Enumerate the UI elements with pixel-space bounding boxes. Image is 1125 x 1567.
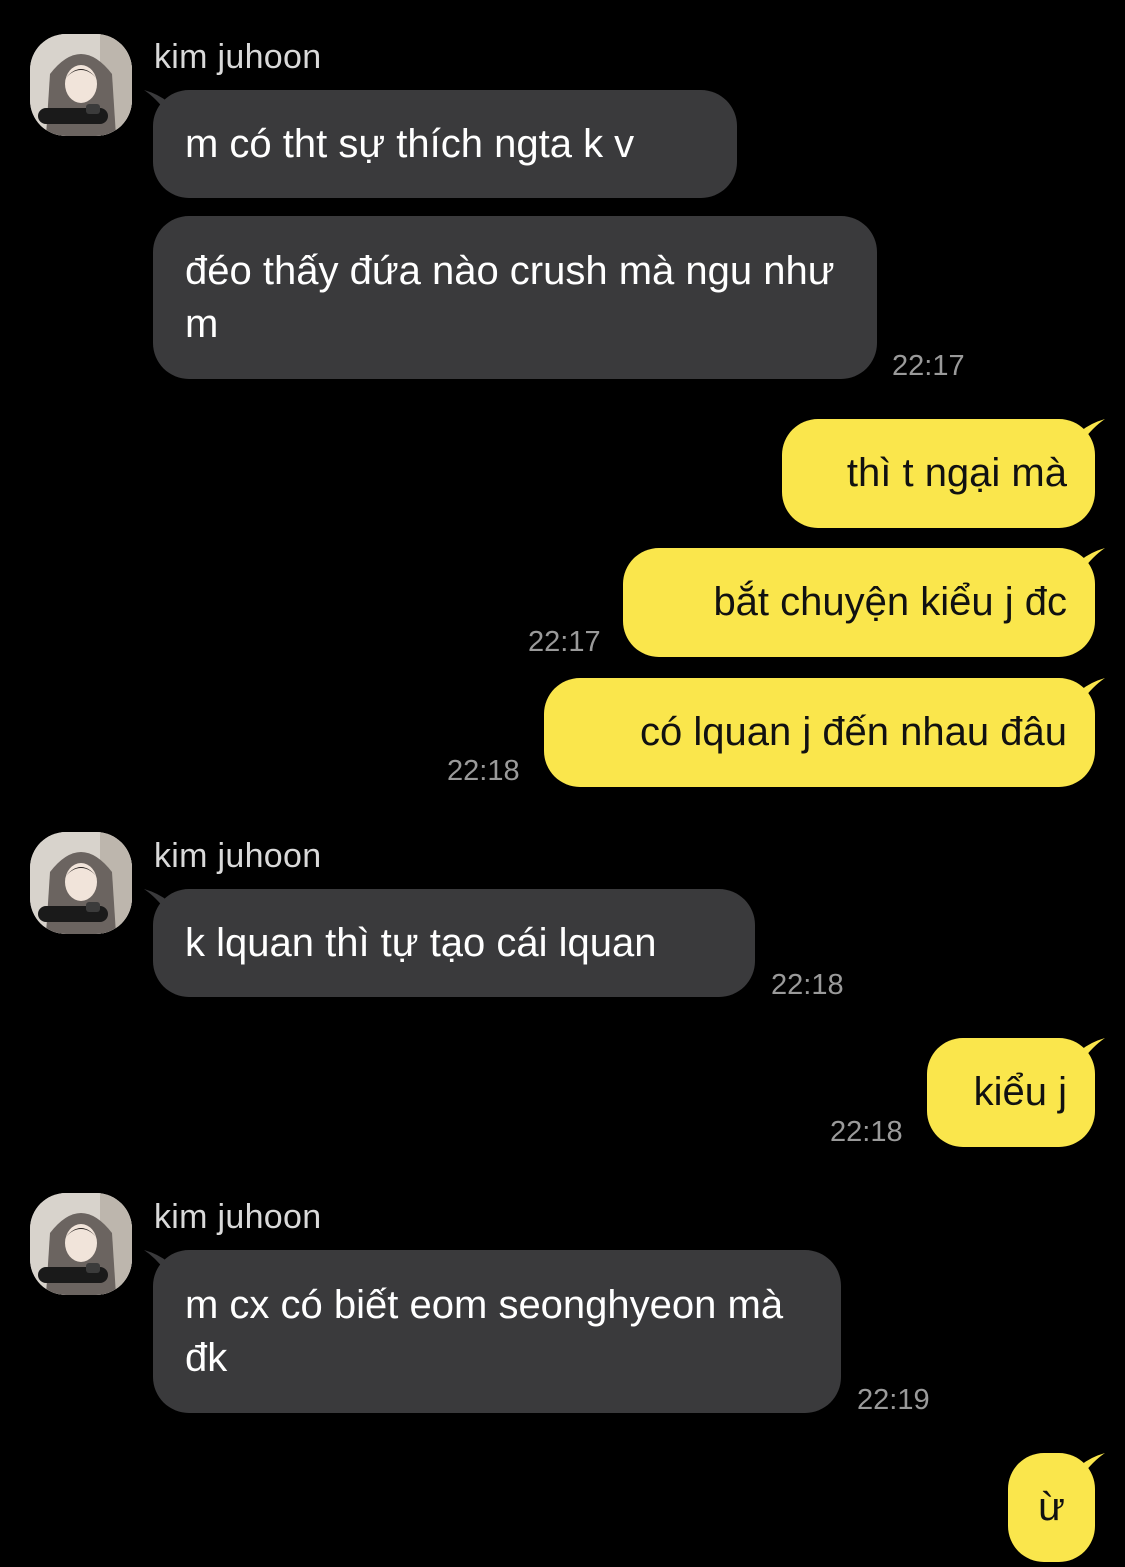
message-timestamp: 22:18: [830, 1116, 903, 1148]
message-text: ừ: [1038, 1485, 1065, 1529]
bubble-tail-icon: [1081, 1453, 1105, 1477]
message-text: k lquan thì tự tạo cái lquan: [185, 920, 657, 965]
message-timestamp: 22:17: [528, 626, 601, 658]
sender-name: kim juhoon: [154, 1198, 322, 1236]
message-text: m cx có biết eom seonghyeon mà đk: [185, 1282, 784, 1380]
message-bubble-outgoing[interactable]: bắt chuyện kiểu j đc: [623, 548, 1095, 657]
bubble-tail-icon: [1081, 548, 1105, 572]
avatar[interactable]: [30, 1193, 132, 1295]
message-timestamp: 22:19: [857, 1384, 930, 1416]
message-timestamp: 22:18: [447, 755, 520, 787]
message-bubble-outgoing[interactable]: thì t ngại mà: [782, 419, 1095, 528]
message-bubble-incoming[interactable]: đéo thấy đứa nào crush mà ngu như m: [153, 216, 877, 379]
message-bubble-outgoing[interactable]: có lquan j đến nhau đâu: [544, 678, 1095, 787]
bubble-tail-icon: [1081, 678, 1105, 702]
bubble-tail-icon: [1081, 1038, 1105, 1062]
message-text: thì t ngại mà: [846, 451, 1067, 495]
avatar[interactable]: [30, 34, 132, 136]
avatar-photo-icon: [30, 832, 132, 934]
sender-name: kim juhoon: [154, 837, 322, 875]
message-text: kiểu j: [973, 1070, 1067, 1114]
message-bubble-outgoing[interactable]: kiểu j: [927, 1038, 1095, 1147]
message-text: bắt chuyện kiểu j đc: [713, 580, 1067, 624]
avatar-photo-icon: [30, 1193, 132, 1295]
message-bubble-incoming[interactable]: k lquan thì tự tạo cái lquan: [153, 889, 755, 997]
message-timestamp: 22:18: [771, 969, 844, 1001]
sender-name: kim juhoon: [154, 38, 322, 76]
message-text: có lquan j đến nhau đâu: [639, 710, 1067, 754]
message-bubble-incoming[interactable]: m có tht sự thích ngta k v: [153, 90, 737, 198]
bubble-tail-icon: [144, 889, 168, 913]
avatar[interactable]: [30, 832, 132, 934]
message-text: đéo thấy đứa nào crush mà ngu như m: [185, 248, 835, 346]
avatar-photo-icon: [30, 34, 132, 136]
message-text: m có tht sự thích ngta k v: [185, 121, 635, 166]
bubble-tail-icon: [144, 90, 168, 114]
bubble-tail-icon: [144, 1250, 168, 1274]
bubble-tail-icon: [1081, 419, 1105, 443]
message-timestamp: 22:17: [892, 350, 965, 382]
message-bubble-incoming[interactable]: m cx có biết eom seonghyeon mà đk: [153, 1250, 841, 1413]
